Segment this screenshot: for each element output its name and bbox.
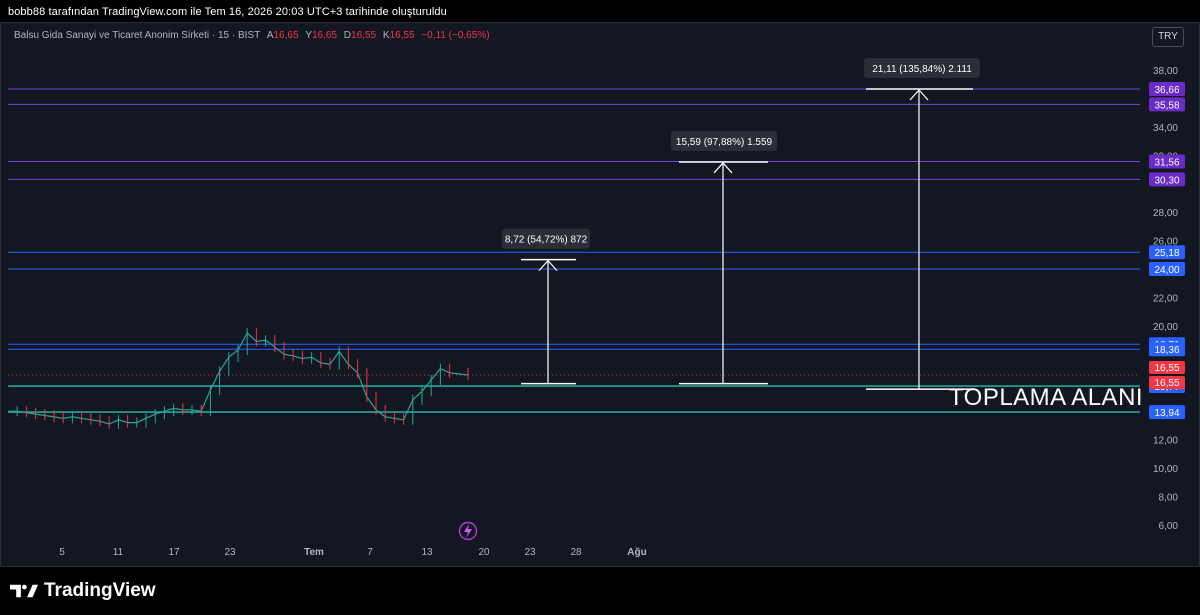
price-axis-tick-3: 28,00	[1153, 208, 1178, 219]
time-axis-tick-2: 17	[168, 547, 180, 558]
measure-label-1: 15,59 (97,88%) 1.559	[676, 137, 773, 148]
tradingview-brand: TradingView	[10, 580, 156, 602]
level-badge-label-0: 36,66	[1154, 85, 1179, 96]
price-axis-tick-10: 6,00	[1159, 521, 1179, 532]
level-badge-label-2: 31,56	[1154, 158, 1179, 169]
time-axis-tick-7: 20	[478, 547, 490, 558]
symbol-legend: Balsu Gida Sanayi ve Ticaret Anonim Sirk…	[14, 30, 490, 41]
level-badge-label-3: 30,30	[1154, 175, 1179, 186]
price-axis-tick-5: 22,00	[1153, 293, 1178, 304]
price-axis-tick-0: 38,00	[1153, 66, 1178, 77]
toplama-alani-annotation: TOPLAMA ALANI	[949, 384, 1143, 411]
level-badge-label-5: 24,00	[1154, 265, 1179, 276]
price-axis-tick-8: 10,00	[1153, 464, 1178, 475]
price-badge-label-0: 16,55	[1154, 363, 1179, 374]
time-axis-tick-8: 23	[524, 547, 536, 558]
time-axis-tick-4: Tem	[304, 547, 324, 558]
time-axis-tick-6: 13	[421, 547, 433, 558]
close-value: 16,55	[389, 30, 415, 41]
price-axis-tick-9: 8,00	[1159, 493, 1179, 504]
tradingview-logo-icon	[10, 584, 38, 598]
level-badge-label-7: 18,36	[1154, 345, 1179, 356]
level-badge-label-4: 25,18	[1154, 248, 1179, 259]
price-axis-tick-7: 12,00	[1153, 436, 1178, 447]
change-value: −0,11 (−0,65%)	[421, 30, 490, 41]
currency-button[interactable]: TRY	[1152, 27, 1184, 47]
created-by-text: bobb88 tarafından TradingView.com ile Te…	[8, 6, 447, 18]
level-badge-label-1: 35,58	[1154, 100, 1179, 111]
high-label: Y	[305, 30, 312, 41]
close-label: K	[382, 30, 390, 41]
level-badge-label-9: 13,94	[1154, 408, 1179, 419]
time-axis-tick-5: 7	[367, 547, 373, 558]
lightning-bolt-icon	[464, 524, 472, 538]
time-axis-tick-3: 23	[224, 547, 236, 558]
price-axis-tick-6: 20,00	[1153, 322, 1178, 333]
time-axis-tick-9: 28	[570, 547, 582, 558]
measure-label-2: 21,11 (135,84%) 2.111	[872, 64, 972, 75]
time-axis-tick-0: 5	[59, 547, 65, 558]
time-axis-tick-1: 11	[113, 547, 124, 558]
low-label: D	[343, 30, 352, 41]
open-value: 16,65	[273, 30, 299, 41]
price-axis-tick-1: 34,00	[1153, 123, 1178, 134]
time-axis-tick-10: Ağu	[627, 547, 646, 558]
price-badge-label-1: 16,55	[1154, 378, 1179, 389]
measure-label-0: 8,72 (54,72%) 872	[505, 235, 588, 246]
high-value: 16,65	[311, 30, 338, 41]
low-value: 16,55	[351, 30, 377, 41]
open-label: A	[266, 30, 274, 41]
price-chart[interactable]: 38,0034,0032,0028,0026,0022,0020,0012,00…	[0, 22, 1200, 567]
symbol-name: Balsu Gida Sanayi ve Ticaret Anonim Sirk…	[14, 30, 261, 41]
brand-name: TradingView	[44, 580, 156, 601]
